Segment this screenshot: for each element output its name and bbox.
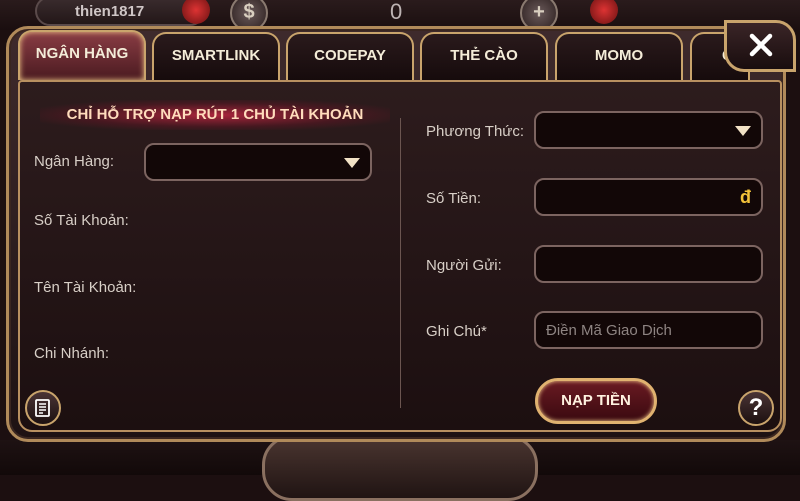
notice-banner: CHỈ HỖ TRỢ NẠP RÚT 1 CHỦ TÀI KHOẢN <box>40 100 390 130</box>
account-number-label: Số Tài Khoản: <box>34 212 129 229</box>
amount-field[interactable]: đ <box>534 178 763 216</box>
history-button[interactable] <box>25 390 61 426</box>
note-input[interactable] <box>536 313 761 347</box>
close-button[interactable] <box>724 20 796 72</box>
branch-label: Chi Nhánh: <box>34 345 110 362</box>
amount-label: Số Tiền: <box>426 190 482 207</box>
username-display: thien1817 <box>35 0 205 26</box>
bottom-banner <box>262 435 538 501</box>
bank-select[interactable] <box>144 143 372 181</box>
deposit-button[interactable]: NẠP TIỀN <box>535 378 657 424</box>
tab-codepay[interactable]: CODEPAY <box>286 32 414 80</box>
sender-label: Người Gửi: <box>426 257 502 274</box>
column-divider <box>400 118 401 408</box>
method-select[interactable] <box>534 111 763 149</box>
close-icon <box>749 33 773 57</box>
currency-symbol: đ <box>740 187 751 207</box>
tab-ngan-hang[interactable]: NGÂN HÀNG <box>18 30 146 80</box>
tab-smartlink[interactable]: SMARTLINK <box>152 32 280 80</box>
help-button[interactable]: ? <box>738 390 774 426</box>
balance-display: 0 <box>390 0 403 24</box>
note-field[interactable] <box>534 311 763 349</box>
amount-input[interactable] <box>536 180 761 214</box>
document-icon <box>35 399 50 417</box>
method-label: Phương Thức: <box>426 123 525 140</box>
tab-the-cao[interactable]: THẺ CÀO <box>420 32 548 80</box>
note-label: Ghi Chú* <box>426 323 487 340</box>
sender-input[interactable] <box>536 247 761 281</box>
tab-momo[interactable]: MOMO <box>555 32 683 80</box>
account-name-label: Tên Tài Khoản: <box>34 279 137 296</box>
bank-label: Ngân Hàng: <box>34 153 115 170</box>
sender-field[interactable] <box>534 245 763 283</box>
